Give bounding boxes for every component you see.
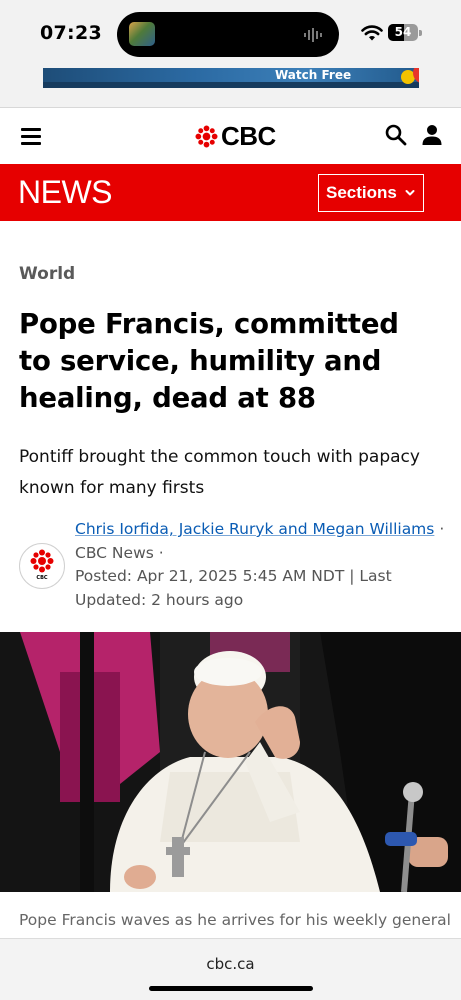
now-playing-thumbnail[interactable] xyxy=(129,22,155,46)
photo-illustration xyxy=(0,632,461,892)
cbc-gem-icon xyxy=(30,549,54,573)
wifi-icon xyxy=(361,25,383,41)
site-header: CBC xyxy=(0,108,461,164)
byline-separator: · xyxy=(439,520,445,538)
search-icon[interactable] xyxy=(385,124,407,146)
byline: CBC Chris Iorfida, Jackie Ruryk and Mega… xyxy=(19,518,444,618)
cbc-logo[interactable]: CBC xyxy=(195,120,276,151)
browser-address-bar[interactable]: cbc.ca xyxy=(0,938,461,1000)
url-text[interactable]: cbc.ca xyxy=(0,955,461,973)
sections-label: Sections xyxy=(326,183,397,202)
news-title[interactable]: NEWS xyxy=(18,174,113,211)
status-bar: 07:23 54 xyxy=(0,0,461,68)
article-photo[interactable] xyxy=(0,632,461,892)
article-category[interactable]: World xyxy=(19,264,75,284)
ad-banner[interactable]: Watch Free xyxy=(43,68,419,88)
menu-icon[interactable] xyxy=(21,128,43,145)
sections-button[interactable]: Sections xyxy=(318,174,424,212)
article-deck: Pontiff brought the common touch with pa… xyxy=(19,447,420,498)
news-section-bar: NEWS Sections xyxy=(0,164,461,221)
avatar: CBC xyxy=(19,543,65,589)
status-time: 07:23 xyxy=(40,22,102,44)
cbc-logo-text: CBC xyxy=(221,120,276,151)
byline-posted: Posted: Apr 21, 2025 5:45 AM NDT | Last … xyxy=(75,567,392,609)
article-headline: Pope Francis, committed to service, humi… xyxy=(19,308,399,414)
photo-caption: Pope Francis waves as he arrives for his… xyxy=(19,911,451,929)
account-icon[interactable] xyxy=(421,124,443,146)
byline-separator: · xyxy=(158,543,164,562)
byline-outlet: CBC News xyxy=(75,543,154,562)
battery-icon: 54 xyxy=(388,24,418,41)
ad-text: Watch Free xyxy=(275,68,352,82)
cbc-gem-icon xyxy=(195,124,218,148)
ad-area: Watch Free xyxy=(0,68,461,108)
battery-level: 54 xyxy=(394,25,412,39)
avatar-label: CBC xyxy=(36,575,48,581)
chevron-down-icon xyxy=(405,190,415,196)
ad-skyline xyxy=(43,82,419,88)
author-link[interactable]: Chris Iorfida, Jackie Ruryk and Megan Wi… xyxy=(75,520,434,538)
byline-text: Chris Iorfida, Jackie Ruryk and Megan Wi… xyxy=(75,518,445,612)
battery-tip xyxy=(419,30,422,36)
dynamic-island[interactable] xyxy=(117,12,339,57)
audio-waveform-icon xyxy=(304,28,322,42)
home-indicator[interactable] xyxy=(149,986,313,991)
